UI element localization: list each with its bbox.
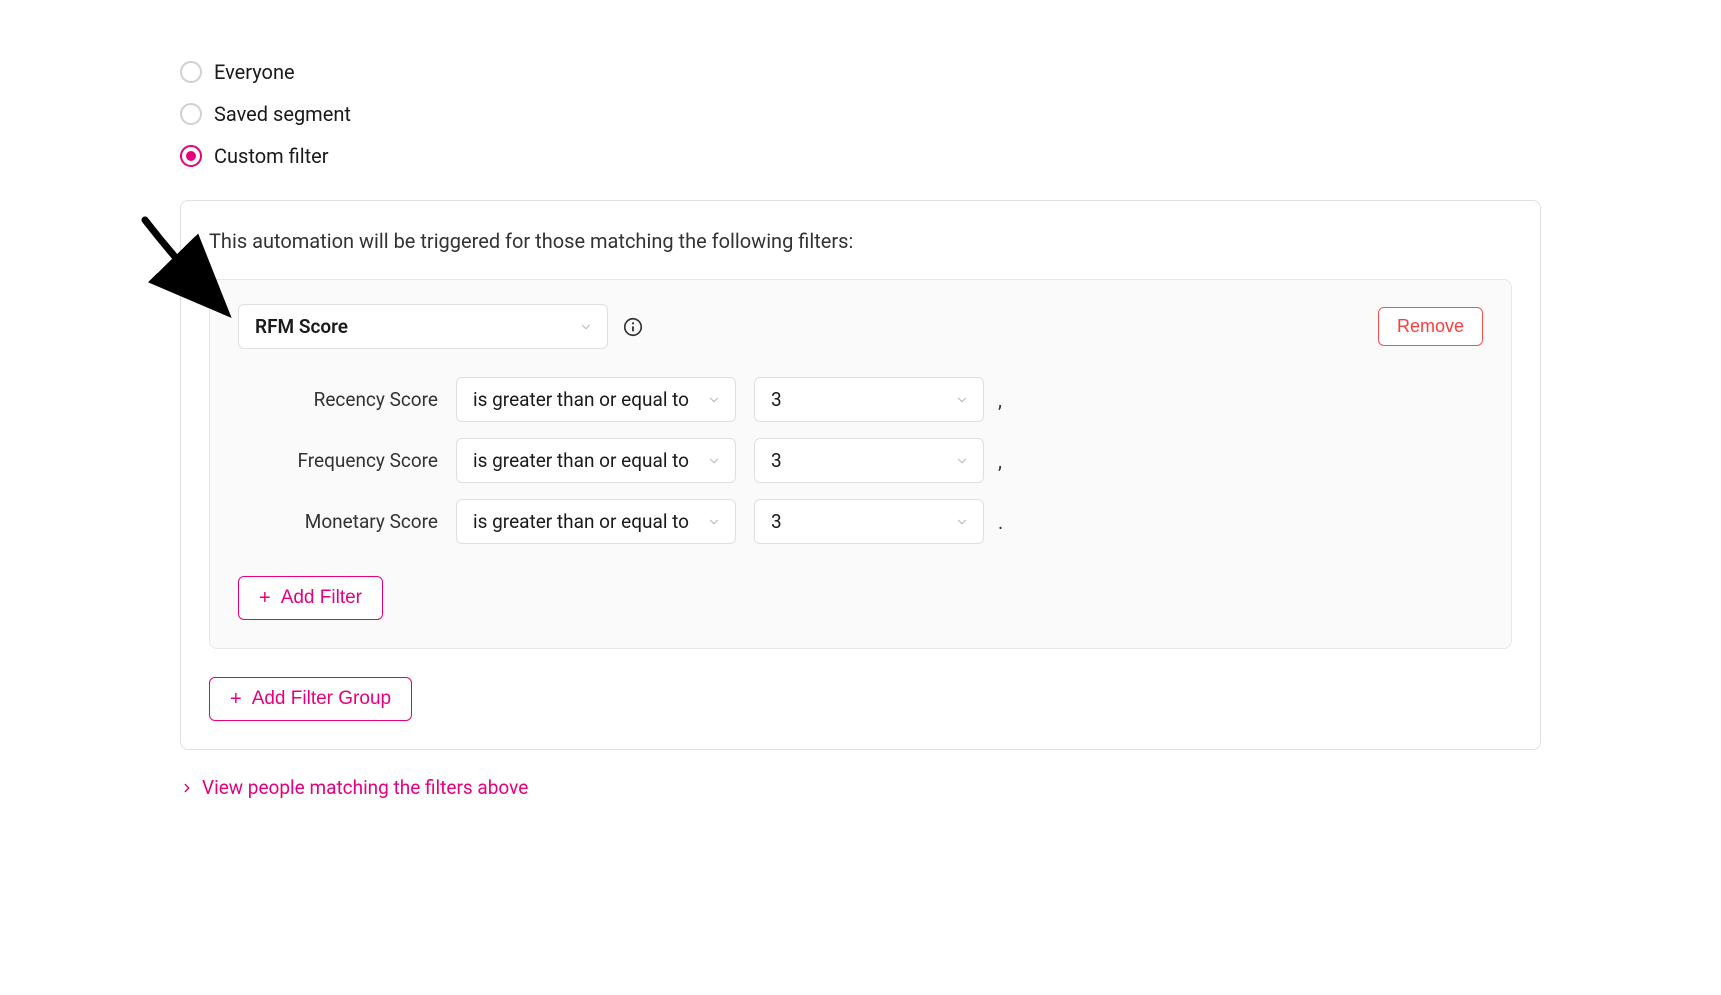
info-icon[interactable] <box>622 316 644 338</box>
plus-icon: + <box>230 689 242 709</box>
audience-radio-group: Everyone Saved segment Custom filter <box>180 60 1541 168</box>
filter-row: Recency Score is greater than or equal t… <box>278 377 1483 422</box>
chevron-down-icon <box>707 515 721 529</box>
row-label-recency: Recency Score <box>278 388 438 411</box>
value-text: 3 <box>771 510 782 533</box>
row-suffix: , <box>998 388 1002 412</box>
filter-group-header: RFM Score Remove <box>238 304 1483 349</box>
value-select[interactable]: 3 <box>754 499 984 544</box>
value-select[interactable]: 3 <box>754 377 984 422</box>
chevron-down-icon <box>707 393 721 407</box>
filter-rows: Recency Score is greater than or equal t… <box>238 377 1483 544</box>
chevron-down-icon <box>955 393 969 407</box>
radio-icon <box>180 61 202 83</box>
chevron-down-icon <box>955 454 969 468</box>
operator-value: is greater than or equal to <box>473 388 689 411</box>
operator-select[interactable]: is greater than or equal to <box>456 377 736 422</box>
radio-label-everyone: Everyone <box>214 60 295 84</box>
filter-container: This automation will be triggered for th… <box>180 200 1541 750</box>
filter-row: Frequency Score is greater than or equal… <box>278 438 1483 483</box>
filter-description: This automation will be triggered for th… <box>209 229 1512 253</box>
row-suffix: , <box>998 449 1002 473</box>
view-matching-label: View people matching the filters above <box>202 776 528 799</box>
remove-button[interactable]: Remove <box>1378 307 1483 346</box>
filter-type-select[interactable]: RFM Score <box>238 304 608 349</box>
row-label-frequency: Frequency Score <box>278 449 438 472</box>
chevron-down-icon <box>707 454 721 468</box>
remove-button-label: Remove <box>1397 316 1464 336</box>
chevron-right-icon <box>180 781 194 795</box>
row-label-monetary: Monetary Score <box>278 510 438 533</box>
filter-row: Monetary Score is greater than or equal … <box>278 499 1483 544</box>
radio-option-everyone[interactable]: Everyone <box>180 60 1541 84</box>
radio-option-custom-filter[interactable]: Custom filter <box>180 144 1541 168</box>
view-matching-link[interactable]: View people matching the filters above <box>180 776 528 799</box>
filter-group: RFM Score Remove Recency Score is greate… <box>209 279 1512 649</box>
row-suffix: . <box>998 510 1003 534</box>
add-filter-group-button[interactable]: + Add Filter Group <box>209 677 412 721</box>
value-text: 3 <box>771 449 782 472</box>
operator-select[interactable]: is greater than or equal to <box>456 438 736 483</box>
radio-icon-selected <box>180 145 202 167</box>
operator-value: is greater than or equal to <box>473 449 689 472</box>
add-filter-label: Add Filter <box>281 587 362 609</box>
radio-icon <box>180 103 202 125</box>
filter-type-value: RFM Score <box>255 315 348 338</box>
value-text: 3 <box>771 388 782 411</box>
add-filter-group-label: Add Filter Group <box>252 688 391 710</box>
radio-label-custom-filter: Custom filter <box>214 144 329 168</box>
radio-option-saved-segment[interactable]: Saved segment <box>180 102 1541 126</box>
plus-icon: + <box>259 588 271 608</box>
add-filter-button[interactable]: + Add Filter <box>238 576 383 620</box>
radio-label-saved-segment: Saved segment <box>214 102 351 126</box>
chevron-down-icon <box>955 515 969 529</box>
value-select[interactable]: 3 <box>754 438 984 483</box>
chevron-down-icon <box>579 320 593 334</box>
operator-select[interactable]: is greater than or equal to <box>456 499 736 544</box>
operator-value: is greater than or equal to <box>473 510 689 533</box>
